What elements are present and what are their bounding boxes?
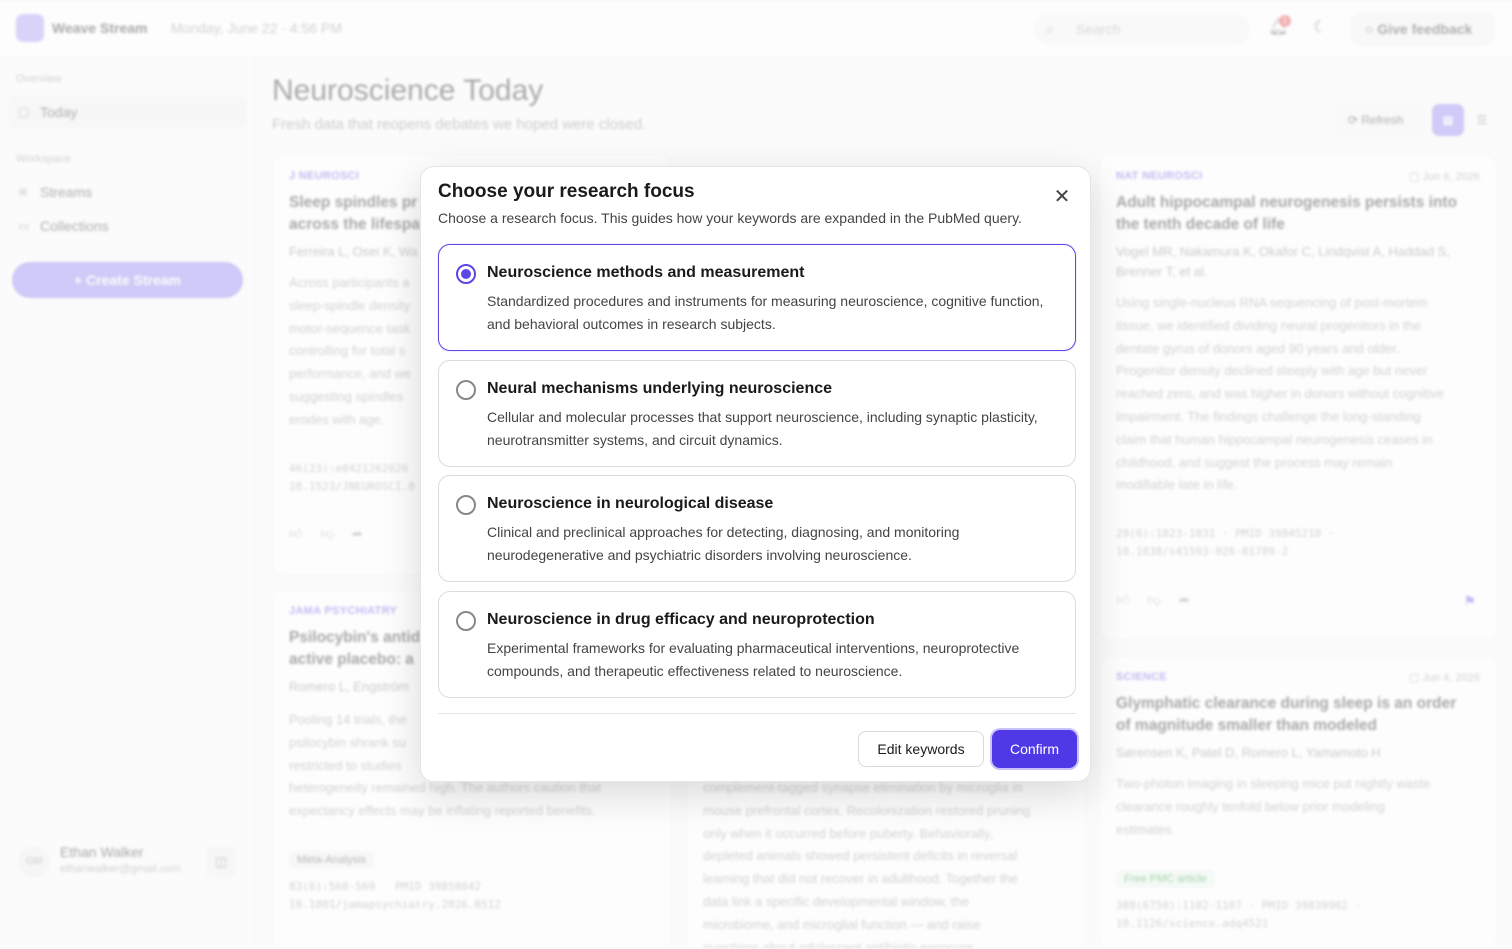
option-description: Clinical and preclinical approaches for … xyxy=(487,524,960,563)
edit-keywords-button[interactable]: Edit keywords xyxy=(858,731,984,767)
dialog-description: Choose a research focus. This guides how… xyxy=(438,210,1022,226)
option-description: Experimental frameworks for evaluating p… xyxy=(487,640,1020,679)
option-description: Standardized procedures and instruments … xyxy=(487,293,1044,332)
radio-button[interactable] xyxy=(456,611,476,631)
focus-option-mechanisms[interactable]: Neural mechanisms underlying neuroscienc… xyxy=(438,360,1076,467)
divider xyxy=(438,713,1076,714)
option-title: Neuroscience in drug efficacy and neurop… xyxy=(487,611,875,628)
radio-button[interactable] xyxy=(456,380,476,400)
confirm-button[interactable]: Confirm xyxy=(992,730,1077,768)
focus-option-drug-efficacy[interactable]: Neuroscience in drug efficacy and neurop… xyxy=(438,591,1076,698)
focus-option-methods[interactable]: Neuroscience methods and measurement Sta… xyxy=(438,244,1076,351)
close-icon[interactable]: ✕ xyxy=(1050,185,1074,209)
radio-button[interactable] xyxy=(456,495,476,515)
option-description: Cellular and molecular processes that su… xyxy=(487,409,1038,448)
research-focus-dialog: Choose your research focus Choose a rese… xyxy=(420,166,1091,782)
option-title: Neural mechanisms underlying neuroscienc… xyxy=(487,380,833,397)
dialog-title: Choose your research focus xyxy=(438,181,695,202)
focus-option-disease[interactable]: Neuroscience in neurological disease Cli… xyxy=(438,475,1076,582)
radio-button[interactable] xyxy=(456,264,476,284)
option-title: Neuroscience in neurological disease xyxy=(487,495,774,512)
radio-selected-dot xyxy=(461,269,471,279)
option-title: Neuroscience methods and measurement xyxy=(487,264,805,281)
